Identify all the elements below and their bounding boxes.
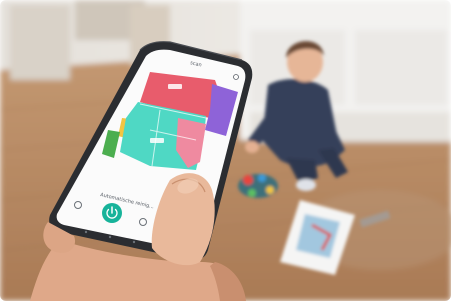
start-button[interactable]: [102, 203, 122, 223]
photo-stage: scan Automatische reinig...: [0, 0, 451, 301]
scene-photo: scan Automatische reinig...: [0, 0, 451, 301]
